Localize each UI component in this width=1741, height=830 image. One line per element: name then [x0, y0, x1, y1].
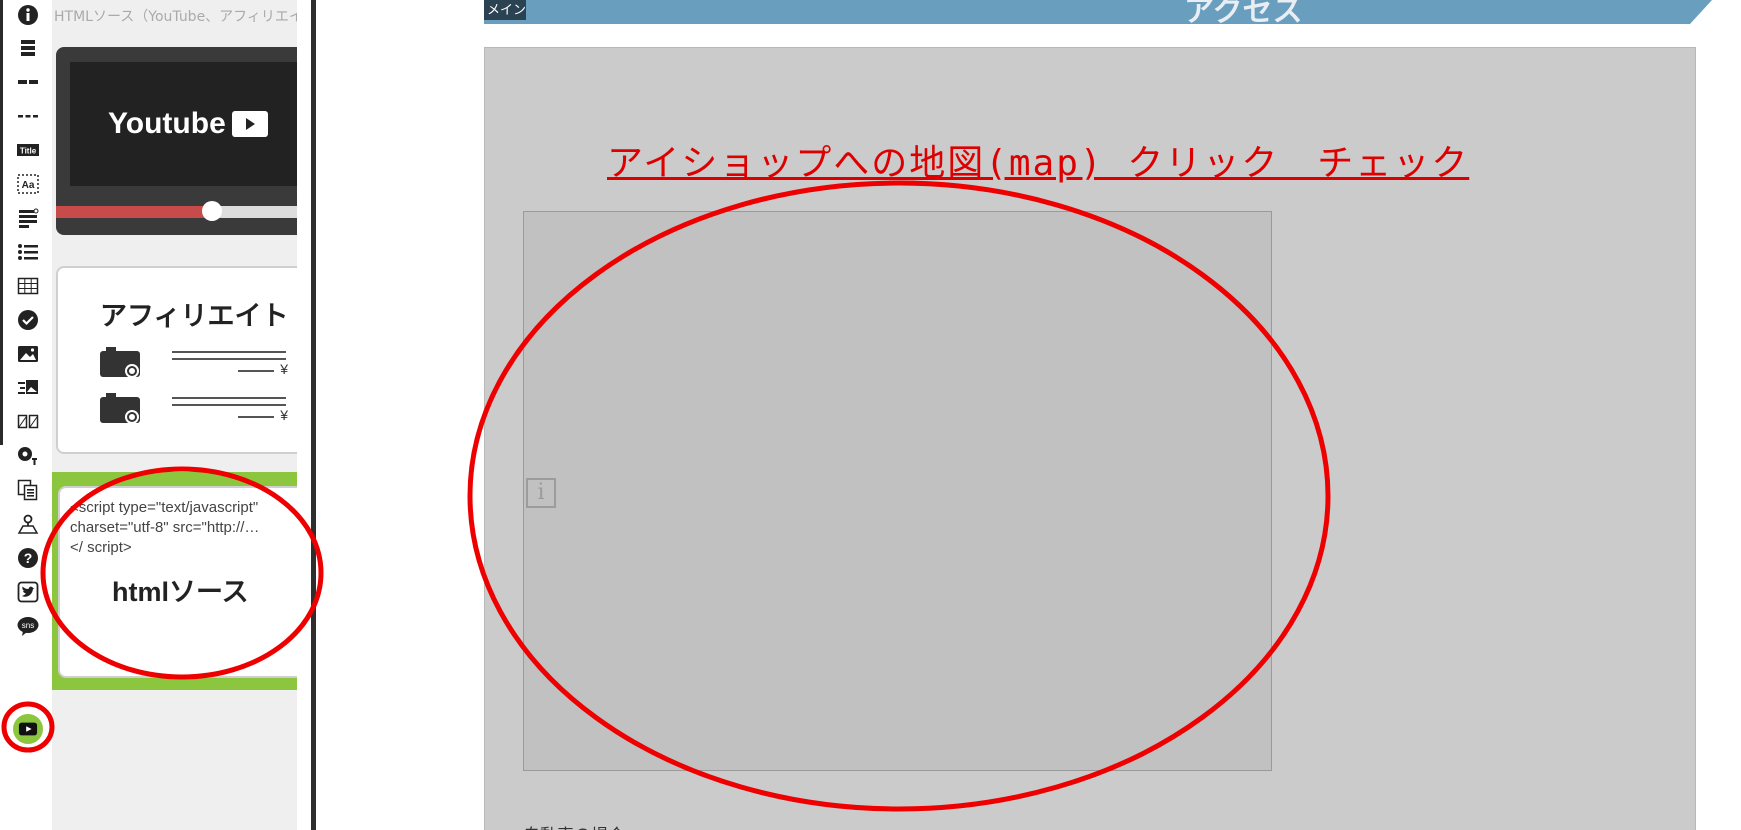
youtube-part-card[interactable]: Youtube [56, 47, 297, 235]
youtube-logo-text: Youtube [108, 107, 226, 140]
note-text: 自動車の場合 [523, 821, 625, 830]
rail-item-copy-pages[interactable] [8, 473, 48, 507]
html-code-line: charset="utf-8" src="http://… [70, 519, 260, 536]
image-icon [18, 346, 38, 362]
main-area-tag: メイン [484, 0, 526, 20]
check-circle-icon [18, 310, 38, 330]
info-icon [18, 5, 38, 25]
rail-item-twitter[interactable] [8, 575, 48, 609]
youtube-play-icon [231, 111, 268, 137]
affiliate-row: ¥ [100, 345, 297, 385]
image-text-icon [18, 380, 38, 394]
dotted-divider-icon [18, 115, 38, 118]
rail-accent-line [0, 0, 3, 445]
affiliate-title: アフィリエイト [100, 301, 289, 331]
twitter-icon [17, 581, 39, 603]
html-source-part-selected[interactable]: <script type="text/javascript" charset="… [52, 472, 297, 690]
affiliate-price-mark: ¥ [280, 361, 288, 377]
parts-panel: HTMLソース（YouTube、アフィリエイ… Youtube アフィリエイト … [52, 0, 297, 830]
rail-item-paragraph[interactable] [8, 201, 48, 235]
camera-icon [100, 347, 140, 378]
affiliate-line [172, 358, 286, 360]
affiliate-line [172, 404, 286, 406]
rail-item-check[interactable] [8, 303, 48, 337]
rail-item-list[interactable] [8, 235, 48, 269]
affiliate-line [238, 416, 274, 418]
rail-item-image[interactable] [8, 337, 48, 371]
affiliate-row: ¥ [100, 391, 297, 431]
heading-bar-icon [21, 40, 35, 56]
youtube-tab-bubble [13, 714, 43, 744]
rail-item-info[interactable] [8, 0, 48, 32]
youtube-progress-knob [202, 201, 222, 221]
rail-item-map[interactable] [8, 507, 48, 541]
rail-item-image-text[interactable] [8, 371, 48, 405]
svg-text:Title: Title [20, 147, 37, 156]
text-box-icon: Aa [17, 174, 39, 194]
rail-item-dashed-divider[interactable] [8, 65, 48, 99]
parts-icon-rail: Title Aa ? sns [0, 0, 52, 830]
html-code-line: </ script> [70, 539, 132, 556]
html-code-line: <script type="text/javascript" [70, 499, 259, 516]
rail-item-youtube[interactable] [6, 707, 50, 751]
page-canvas: アクセス メイン アイショップへの地図(map) クリック チェック i 自動車… [316, 0, 1741, 830]
rail-item-voice[interactable] [8, 439, 48, 473]
youtube-logo: Youtube [108, 107, 268, 141]
table-icon [17, 277, 39, 295]
voice-icon [18, 447, 37, 465]
rail-item-table[interactable] [8, 269, 48, 303]
paragraph-icon [19, 208, 39, 228]
html-source-label: htmlソース [112, 577, 249, 607]
section-header-bar[interactable]: アクセス [484, 0, 1712, 28]
panel-title: HTMLソース（YouTube、アフィリエイ… [54, 9, 297, 25]
map-embed-frame[interactable]: i [523, 211, 1272, 771]
dashed-divider-icon [18, 80, 38, 84]
section-header-title: アクセス [1184, 0, 1303, 28]
rail-item-text-box[interactable]: Aa [8, 167, 48, 201]
svg-text:sns: sns [22, 621, 34, 630]
rail-item-heading[interactable] [8, 31, 48, 65]
map-link[interactable]: アイショップへの地図(map) クリック チェック [607, 134, 1469, 186]
list-icon [18, 244, 38, 260]
youtube-play-icon [18, 722, 38, 736]
camera-icon [100, 393, 140, 424]
youtube-progress-track [56, 206, 297, 218]
copy-pages-icon [17, 479, 38, 501]
svg-text:Aa: Aa [22, 180, 35, 191]
affiliate-line [172, 397, 286, 399]
rail-item-sns[interactable]: sns [8, 609, 48, 643]
youtube-progress-fill [56, 206, 212, 218]
content-block[interactable]: アイショップへの地図(map) クリック チェック i 自動車の場合 [484, 47, 1696, 830]
map-pin-icon [17, 514, 39, 534]
svg-text:?: ? [24, 550, 33, 566]
rail-item-title[interactable]: Title [8, 133, 48, 167]
affiliate-price-mark: ¥ [280, 407, 288, 423]
sns-icon: sns [17, 617, 39, 636]
html-code-preview: <script type="text/javascript" charset="… [70, 498, 297, 558]
map-info-icon[interactable]: i [526, 478, 556, 508]
rail-item-question[interactable]: ? [8, 541, 48, 575]
question-icon: ? [18, 548, 38, 568]
title-badge-icon: Title [17, 144, 39, 156]
affiliate-line [172, 351, 286, 353]
affiliate-line [238, 370, 274, 372]
affiliate-part-card[interactable]: アフィリエイト ¥ ¥ [56, 266, 297, 454]
rail-item-dotted-divider[interactable] [8, 99, 48, 133]
html-source-part-card[interactable]: <script type="text/javascript" charset="… [58, 486, 297, 678]
two-column-icon [17, 414, 39, 429]
rail-item-two-column[interactable] [8, 405, 48, 439]
